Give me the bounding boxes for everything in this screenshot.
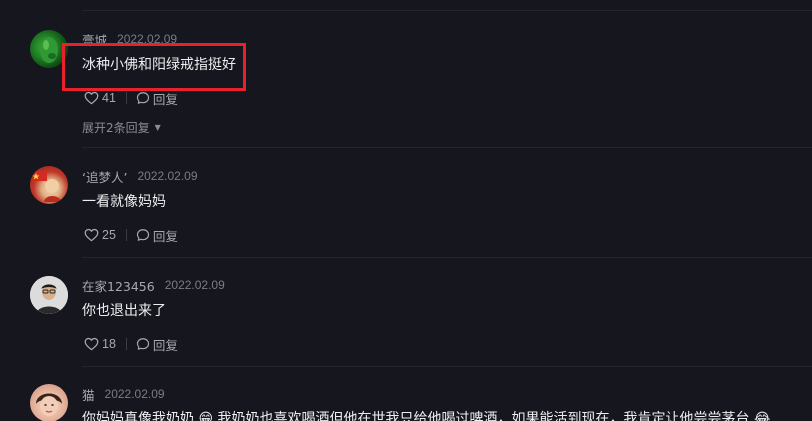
username[interactable]: ‘追梦人’ xyxy=(82,167,127,186)
comment-date: 2022.02.09 xyxy=(104,387,165,401)
divider xyxy=(82,257,812,258)
reply-button[interactable]: 回复 xyxy=(136,335,178,354)
like-button[interactable]: 18 xyxy=(84,337,116,351)
avatar[interactable] xyxy=(30,276,68,314)
flag-icon xyxy=(32,171,62,202)
comment-text: 你也退出来了 xyxy=(82,303,166,319)
reply-button[interactable]: 回复 xyxy=(136,89,178,108)
reply-label: 回复 xyxy=(152,338,178,353)
comment-actions: 18 回复 xyxy=(84,335,178,353)
divider xyxy=(125,338,127,350)
comment-bubble-icon xyxy=(136,92,150,104)
reply-label: 回复 xyxy=(152,92,178,107)
comment-meta: 在家123456 2022.02.09 xyxy=(82,276,225,295)
username[interactable]: 猫 xyxy=(82,385,95,404)
expand-replies-label: 展开2条回复 xyxy=(82,121,150,135)
like-count: 18 xyxy=(102,337,116,351)
comment-meta: ‘追梦人’ 2022.02.09 xyxy=(82,167,198,186)
comment-text: 冰种小佛和阳绿戒指挺好 xyxy=(82,57,236,73)
person-photo-image xyxy=(36,393,62,416)
comment-date: 2022.02.09 xyxy=(164,278,225,292)
expand-replies-button[interactable]: 展开2条回复 ▼ xyxy=(82,119,161,136)
like-count: 25 xyxy=(102,228,116,242)
like-button[interactable]: 41 xyxy=(84,91,116,105)
comment-bubble-icon xyxy=(136,338,150,350)
divider xyxy=(125,92,127,104)
comment-actions: 25 回复 xyxy=(84,226,178,244)
like-button[interactable]: 25 xyxy=(84,228,116,242)
divider xyxy=(82,10,812,11)
jade-pendant-image xyxy=(40,37,58,63)
person-photo-image xyxy=(30,276,68,314)
avatar[interactable] xyxy=(30,384,68,421)
heart-icon xyxy=(84,337,99,351)
like-count: 41 xyxy=(102,91,116,105)
comment-date: 2022.02.09 xyxy=(137,169,198,183)
divider xyxy=(82,366,812,367)
comment-meta: 猫 2022.02.09 xyxy=(82,385,165,404)
comment-actions: 41 回复 xyxy=(84,89,178,107)
username[interactable]: 膏城 xyxy=(82,30,107,49)
comment-text: 一看就像妈妈 xyxy=(82,194,166,210)
reply-button[interactable]: 回复 xyxy=(136,226,178,245)
comment-list-page: 膏城 2022.02.09 冰种小佛和阳绿戒指挺好 41 回复 展开2条回复 ▼ xyxy=(0,0,812,421)
comment-date: 2022.02.09 xyxy=(117,32,178,46)
comment-text: 你妈妈真像我奶奶 😁 我奶奶也喜欢喝酒但他在世我只给他喝过啤酒，如果能活到现在，… xyxy=(82,411,771,421)
comment-meta: 膏城 2022.02.09 xyxy=(82,30,178,49)
avatar[interactable] xyxy=(30,30,68,68)
avatar[interactable] xyxy=(30,166,68,204)
username[interactable]: 在家123456 xyxy=(82,276,155,295)
divider xyxy=(82,147,812,148)
comment-bubble-icon xyxy=(136,229,150,241)
heart-icon xyxy=(84,91,99,105)
heart-icon xyxy=(84,228,99,242)
caret-down-icon: ▼ xyxy=(154,123,161,132)
reply-label: 回复 xyxy=(152,229,178,244)
divider xyxy=(125,229,127,241)
